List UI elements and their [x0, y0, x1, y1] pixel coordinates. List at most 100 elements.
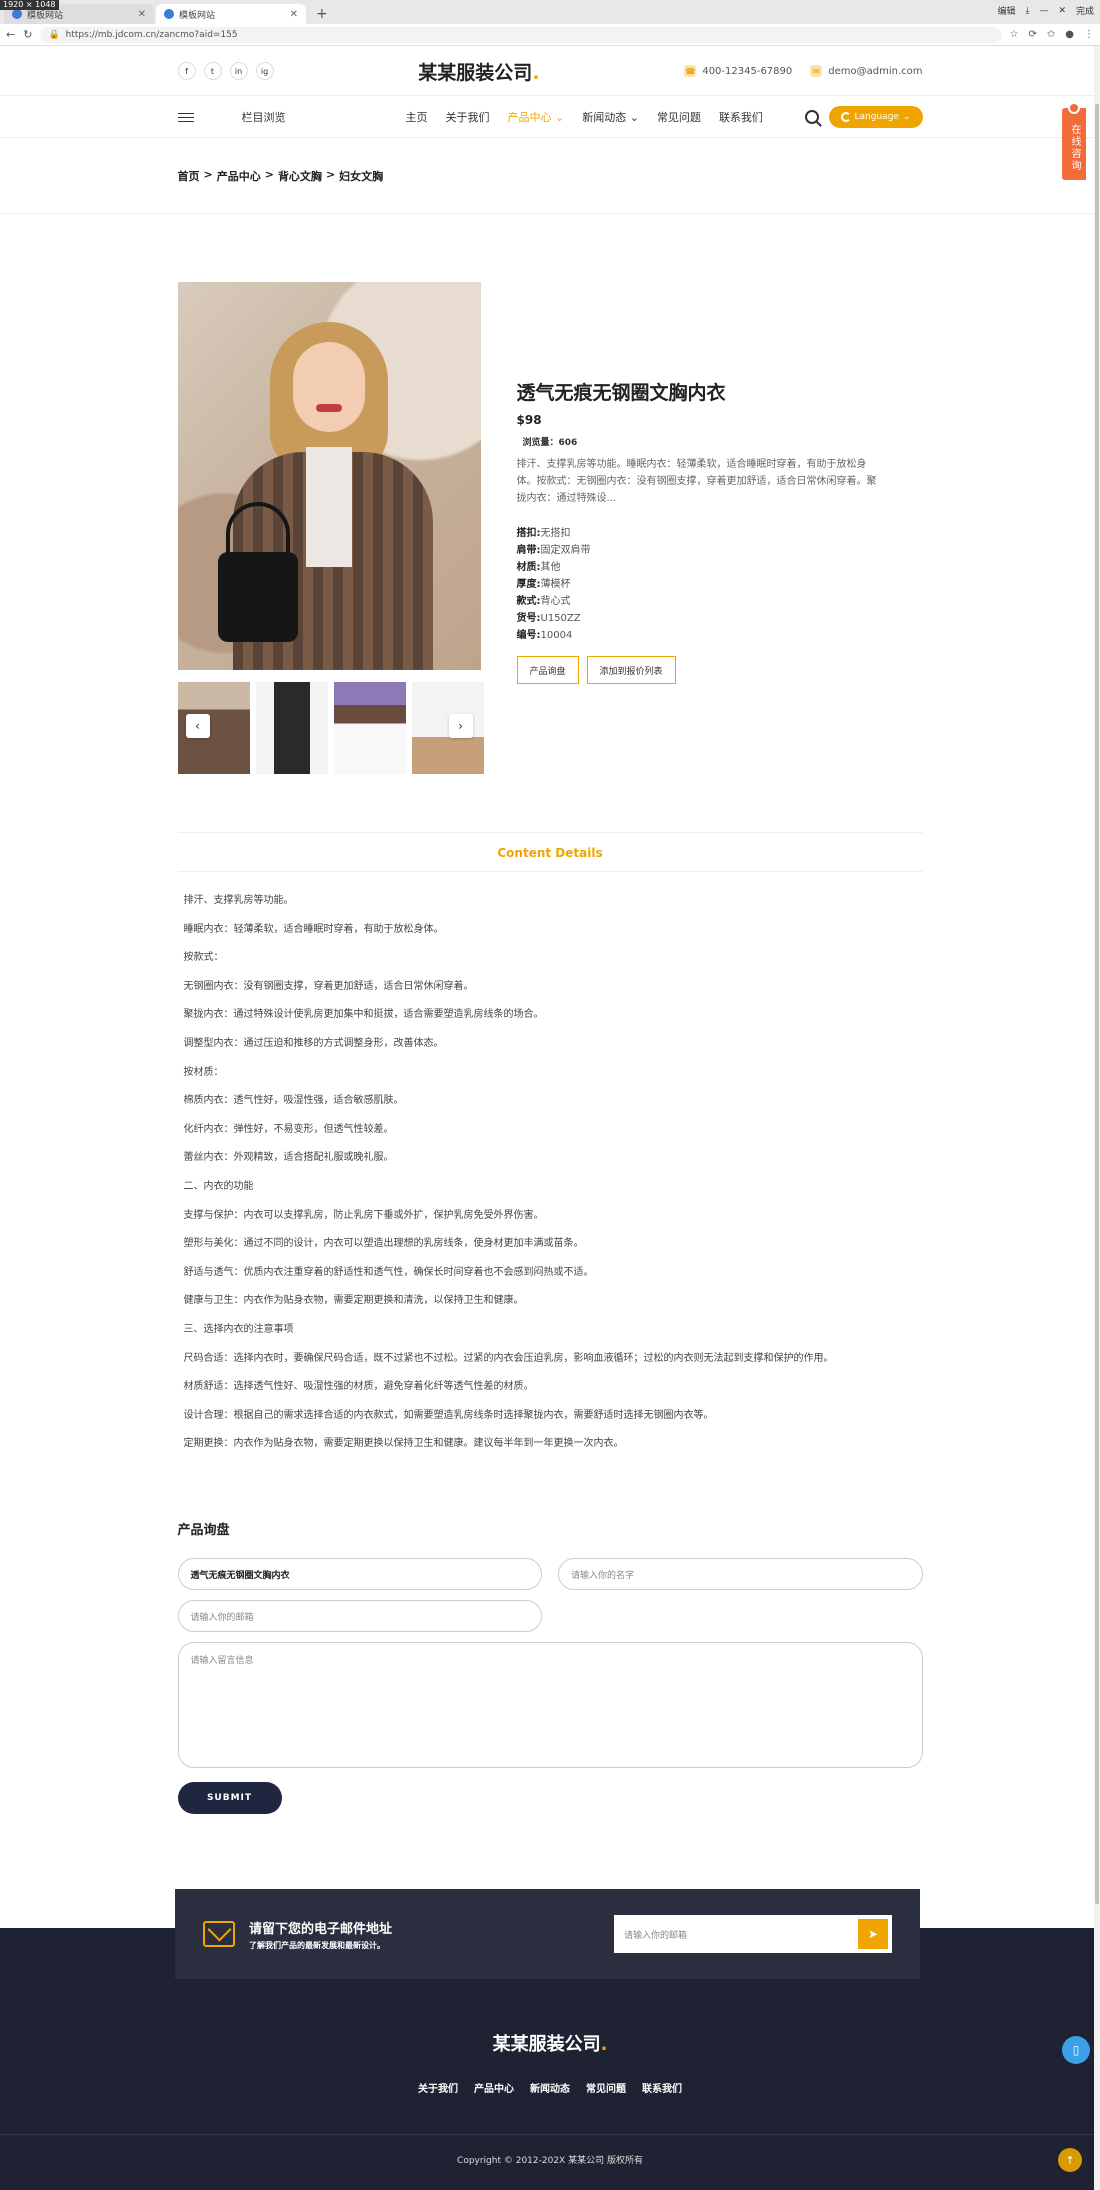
nav-item-news[interactable]: 新闻动态 ⌄	[582, 109, 639, 125]
newsletter-banner: 请留下您的电子邮件地址 了解我们产品的最新发展和最新设计。 请输入你的邮箱 ➤	[175, 1889, 920, 1979]
phone-text: 400-12345-67890	[702, 65, 793, 77]
back-to-top-icon[interactable]: ↑	[1058, 2148, 1082, 2172]
breadcrumb-home[interactable]: 首页	[178, 168, 200, 184]
next-arrow-icon[interactable]: ›	[448, 714, 473, 738]
language-button[interactable]: Language ⌄	[828, 106, 923, 128]
nav-item-home[interactable]: 主页	[406, 109, 428, 125]
breadcrumb-separator: >	[325, 168, 336, 181]
download-icon[interactable]: ⤓	[1025, 6, 1029, 16]
thumbnail-strip: ‹ ›	[177, 682, 484, 774]
footer-link-about[interactable]: 关于我们	[418, 2080, 458, 2095]
minimize-icon[interactable]: —	[1039, 6, 1048, 16]
product-name-field[interactable]: 透气无痕无钢圈文胸内衣	[177, 1558, 542, 1591]
tab-content-details[interactable]: Content Details	[177, 832, 923, 872]
breadcrumb-current[interactable]: 妇女文胸	[339, 168, 383, 184]
product-description: 排汗、支撑乳房等功能。睡眠内衣：轻薄柔软，适合睡眠时穿着，有助于放松身体。按款式…	[516, 459, 877, 504]
reload-icon[interactable]: ↻	[23, 28, 32, 41]
refresh-icon[interactable]: ⟳	[1028, 29, 1036, 40]
newsletter-form: 请输入你的邮箱 ➤	[614, 1915, 892, 1953]
hamburger-menu-icon[interactable]	[177, 112, 194, 122]
newsletter-subtitle: 了解我们产品的最新发展和最新设计。	[249, 1940, 385, 1950]
product-views: 浏览量：606	[522, 438, 578, 448]
nav-item-faq[interactable]: 常见问题	[657, 109, 701, 125]
nav-item-products[interactable]: 产品中心 ⌄	[508, 109, 565, 125]
detail-paragraph: 蕾丝内衣：外观精致，适合搭配礼服或晚礼服。	[183, 1152, 394, 1164]
facebook-icon[interactable]: f	[177, 62, 196, 80]
detail-paragraph: 塑形与美化：通过不同的设计，内衣可以塑造出理想的乳房线条，使身材更加丰满或苗条。	[183, 1238, 584, 1250]
close-window-icon[interactable]: ✕	[1058, 6, 1066, 16]
submit-button[interactable]: SUBMIT	[177, 1782, 282, 1815]
window-actions: 编辑 ⤓ — ✕ 完成	[997, 4, 1094, 18]
done-button[interactable]: 完成	[1076, 4, 1094, 17]
message-textarea[interactable]: 请输入留言信息	[177, 1642, 923, 1769]
site-topbar: f t in ig 某某服装公司. ☎ 400-12345-67890 ✉ de…	[0, 46, 1100, 96]
attribute-row: 搭扣:无搭扣	[516, 528, 571, 539]
footer-link-products[interactable]: 产品中心	[474, 2080, 514, 2095]
close-tab-icon[interactable]: ✕	[138, 9, 146, 20]
product-section: ‹ › 透气无痕无钢圈文胸内衣 $98 浏览量：606 排汗、支撑乳房等功能。睡…	[177, 282, 923, 774]
inquiry-button[interactable]: 产品询盘	[516, 656, 579, 684]
detail-paragraph: 舒适与透气：优质内衣注重穿着的舒适性和透气性，确保长时间穿着也不会感到闷热或不适…	[183, 1266, 594, 1278]
scrollbar[interactable]	[1094, 46, 1100, 2190]
attribute-row: 厚度:薄模杯	[516, 579, 571, 590]
edit-button[interactable]: 编辑	[997, 4, 1015, 17]
lock-icon: 🔒	[48, 29, 60, 40]
newsletter-email-input[interactable]: 请输入你的邮箱	[624, 1928, 858, 1941]
scroll-thumb[interactable]	[1095, 104, 1099, 1904]
detail-paragraph: 按款式：	[183, 952, 224, 964]
name-input[interactable]: 请输入你的名字	[558, 1558, 923, 1591]
footer-links: 关于我们 产品中心 新闻动态 常见问题 联系我们	[0, 2080, 1100, 2095]
nav-item-about[interactable]: 关于我们	[446, 109, 490, 125]
footer-link-news[interactable]: 新闻动态	[530, 2080, 570, 2095]
thumbnail-image[interactable]	[411, 682, 484, 774]
back-icon[interactable]: ←	[6, 28, 15, 41]
browse-columns-link[interactable]: 栏目浏览	[242, 109, 286, 125]
attribute-row: 材质:其他	[516, 562, 561, 573]
email-input[interactable]: 请输入你的邮箱	[177, 1600, 542, 1633]
twitter-icon[interactable]: t	[203, 62, 222, 80]
url-text: https://mb.jdcom.cn/zancmo?aid=155	[65, 29, 238, 40]
add-to-quote-button[interactable]: 添加到报价列表	[586, 656, 676, 684]
footer-link-faq[interactable]: 常见问题	[586, 2080, 626, 2095]
search-icon[interactable]	[804, 110, 819, 124]
new-tab-button[interactable]: +	[308, 4, 336, 24]
browser-tab-active[interactable]: 模板网站 ✕	[156, 4, 306, 24]
thumbnail-image[interactable]	[333, 682, 406, 774]
breadcrumb-products[interactable]: 产品中心	[217, 168, 261, 184]
phone-icon: ☎	[684, 65, 697, 77]
footer-link-contact[interactable]: 联系我们	[642, 2080, 682, 2095]
content-details: 排汗、支撑乳房等功能。 睡眠内衣：轻薄柔软，适合睡眠时穿着，有助于放松身体。 按…	[178, 872, 923, 1451]
mobile-phone-icon[interactable]: ▯	[1062, 2036, 1090, 2064]
detail-paragraph: 设计合理：根据自己的需求选择合适的内衣款式，如需要塑造乳房线条时选择聚拢内衣，需…	[183, 1409, 714, 1421]
chevron-down-icon: ⌄	[629, 111, 639, 124]
footer-logo[interactable]: 某某服装公司.	[0, 2030, 1100, 2056]
nav-item-contact[interactable]: 联系我们	[719, 109, 763, 125]
star-icon[interactable]: ☆	[1010, 29, 1019, 40]
breadcrumb-category[interactable]: 背心文胸	[278, 168, 322, 184]
inquiry-form: 透气无痕无钢圈文胸内衣 请输入你的名字 请输入你的邮箱 请输入留言信息	[177, 1558, 923, 1769]
send-icon[interactable]: ➤	[858, 1919, 888, 1949]
instagram-icon[interactable]: ig	[255, 62, 274, 80]
detail-paragraph: 支撑与保护：内衣可以支撑乳房，防止乳房下垂或外扩，保护乳房免受外界伤害。	[183, 1209, 544, 1221]
site-logo[interactable]: 某某服装公司.	[418, 58, 539, 85]
favicon-icon	[164, 9, 174, 19]
linkedin-icon[interactable]: in	[229, 62, 248, 80]
online-consult-button[interactable]: 在线咨询	[1062, 102, 1086, 180]
social-links: f t in ig	[177, 62, 274, 80]
bookmark-icon[interactable]: ✩	[1047, 29, 1055, 40]
product-gallery: ‹ ›	[177, 282, 484, 774]
detail-paragraph: 无钢圈内衣：没有钢圈支撑，穿着更加舒适，适合日常休闲穿着。	[183, 980, 474, 992]
product-title: 透气无痕无钢圈文胸内衣	[516, 382, 726, 404]
product-main-image[interactable]	[177, 282, 481, 670]
breadcrumb-separator: >	[203, 168, 213, 181]
close-tab-icon[interactable]: ✕	[290, 9, 298, 20]
detail-paragraph: 尺码合适：选择内衣时，要确保尺码合适，既不过紧也不过松。过紧的内衣会压迫乳房，影…	[183, 1352, 834, 1364]
url-field[interactable]: 🔒 https://mb.jdcom.cn/zancmo?aid=155	[40, 26, 1002, 43]
attribute-row: 编号:10004	[516, 630, 573, 641]
globe-icon	[840, 112, 851, 122]
chevron-down-icon: ⌄	[902, 112, 911, 122]
prev-arrow-icon[interactable]: ‹	[185, 714, 210, 738]
more-icon[interactable]: ⋮	[1084, 29, 1094, 40]
thumbnail-image[interactable]	[255, 682, 328, 774]
profile-icon[interactable]: ●	[1065, 29, 1074, 40]
